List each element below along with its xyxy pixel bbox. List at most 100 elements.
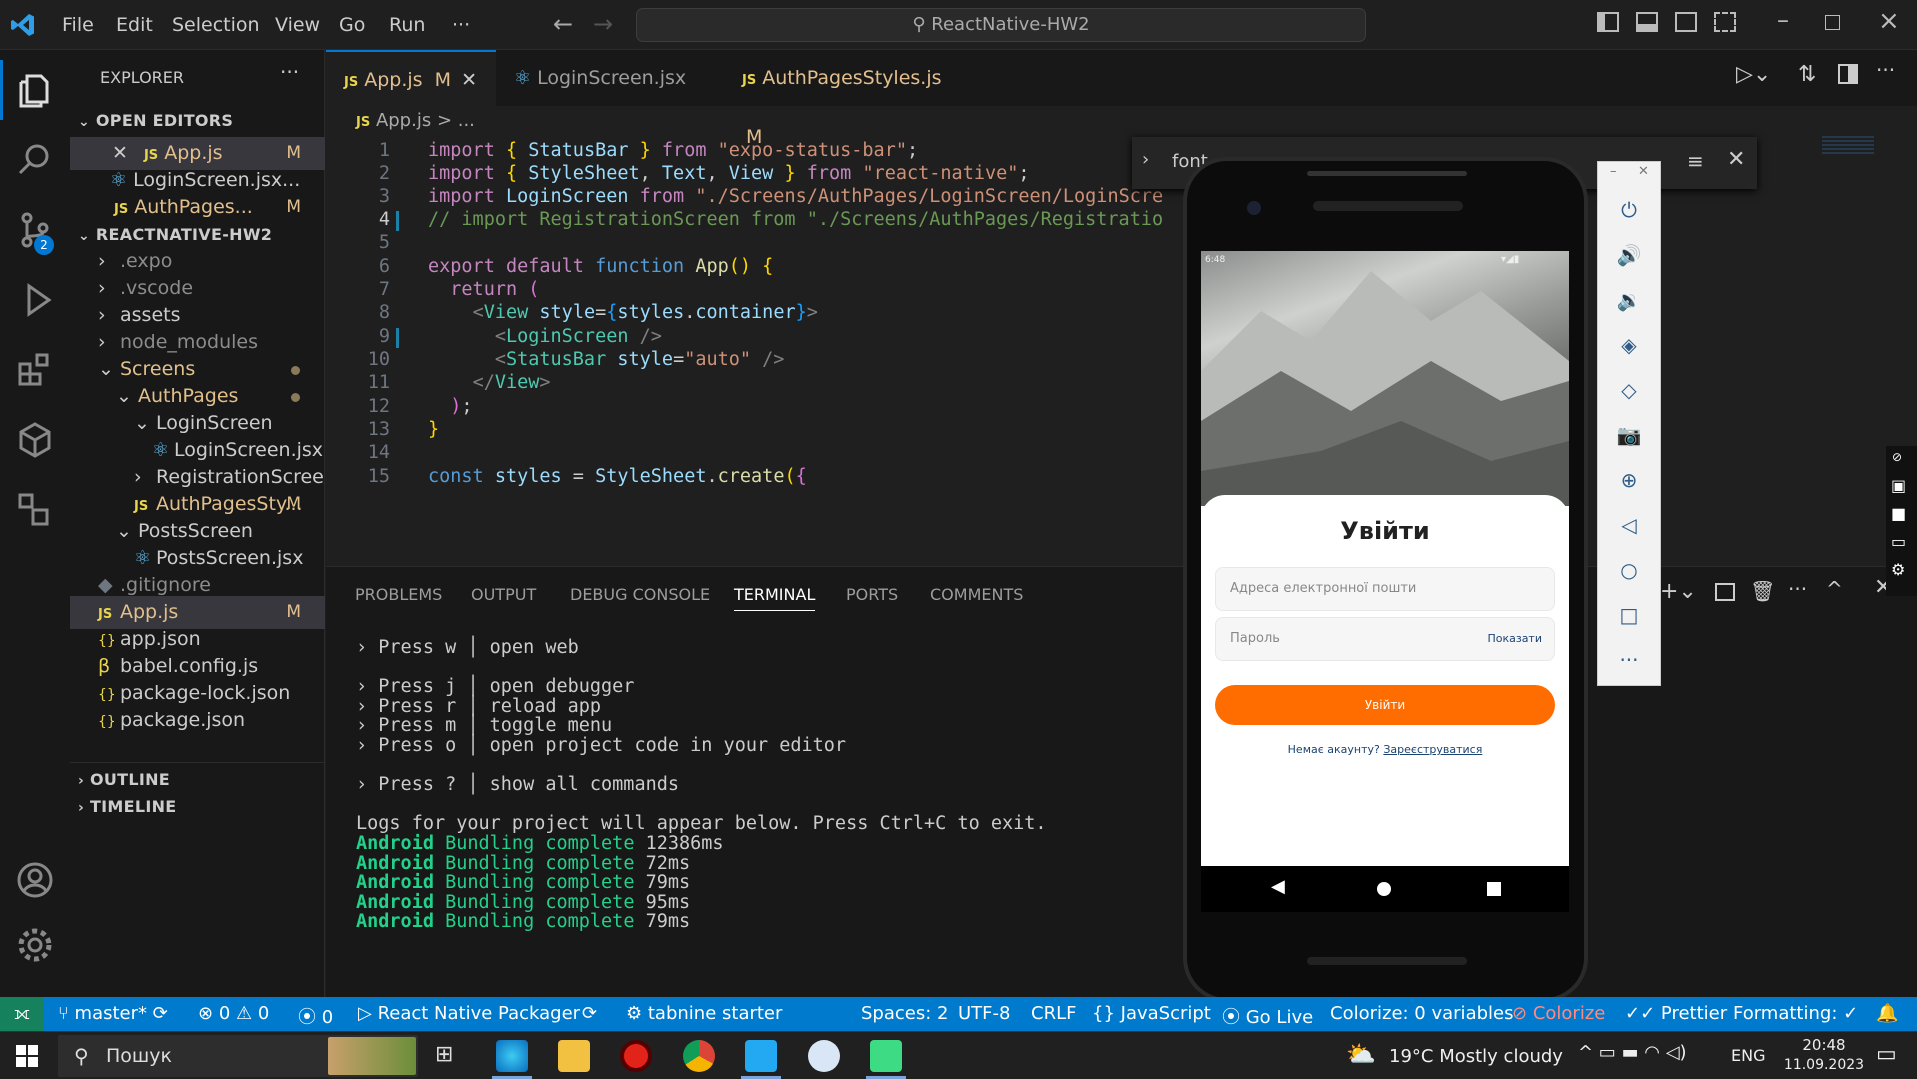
volume-down-icon[interactable]: 🔉 <box>1598 288 1660 312</box>
tab-problems[interactable]: PROBLEMS <box>355 585 442 604</box>
breadcrumb-rest[interactable]: > ... <box>437 110 475 131</box>
power-icon[interactable]: ⏻ <box>1598 198 1660 222</box>
volume-up-icon[interactable]: 🔊 <box>1598 243 1660 267</box>
refresh-icon[interactable]: ⟳ <box>582 1003 597 1024</box>
close-find-icon[interactable]: ✕ <box>1727 147 1745 172</box>
explorer-more-icon[interactable]: ··· <box>280 60 299 84</box>
pin-icon[interactable]: ⊘ <box>1892 450 1902 464</box>
record-icon[interactable]: ■ <box>1891 504 1906 523</box>
toggle-sidebar-icon[interactable] <box>1597 12 1619 32</box>
bell-icon[interactable]: 🔔 <box>1876 1003 1898 1024</box>
minimap[interactable] <box>1822 136 1874 154</box>
testing-icon[interactable] <box>15 490 55 530</box>
encoding[interactable]: UTF-8 <box>958 1003 1010 1024</box>
recorder-icon[interactable] <box>620 1040 652 1072</box>
register-link[interactable]: Зареєструватися <box>1383 743 1482 756</box>
vscode-taskbar-icon[interactable] <box>745 1040 777 1072</box>
rotate-right-icon[interactable]: ◇ <box>1598 378 1660 402</box>
window-icon[interactable]: ▭ <box>1891 532 1906 551</box>
password-field[interactable]: Пароль Показати <box>1215 617 1555 661</box>
more-icon[interactable]: ··· <box>1598 648 1660 672</box>
new-terminal-icon[interactable]: +⌄ <box>1660 579 1697 604</box>
show-password-button[interactable]: Показати <box>1487 618 1542 660</box>
code-editor[interactable]: 1 2 3 4 5 6 7 8 9 10 11 12 13 14 15 import { StatusBar… <box>326 136 1196 566</box>
rn-packager[interactable]: ▷ React Native Packager <box>358 1003 580 1024</box>
chrome-icon[interactable] <box>683 1040 715 1072</box>
tab-output[interactable]: OUTPUT <box>471 585 536 604</box>
menu-run[interactable]: Run <box>389 14 425 36</box>
home-icon[interactable]: ○ <box>1598 558 1660 582</box>
minimize-icon[interactable]: – <box>1777 6 1789 34</box>
menu-file[interactable]: File <box>62 14 94 36</box>
gear-icon[interactable]: ⚙ <box>1891 560 1905 579</box>
problems-indicator[interactable]: ⊗ 0 ⚠ 0 <box>198 1003 269 1024</box>
tab-ports[interactable]: PORTS <box>846 585 898 604</box>
nav-home-icon[interactable] <box>1377 882 1391 896</box>
search-icon[interactable] <box>15 140 55 180</box>
run-icon[interactable]: ▷⌄ <box>1736 62 1771 87</box>
close-icon[interactable]: ✕ <box>461 69 477 91</box>
extensions-icon[interactable] <box>15 350 55 390</box>
camera-icon[interactable]: 📷 <box>1598 423 1660 447</box>
emulator-icon[interactable] <box>870 1040 902 1072</box>
back-arrow-icon[interactable]: ← <box>553 10 573 38</box>
clock-date[interactable]: 11.09.2023 <box>1782 1057 1866 1073</box>
weather-text[interactable]: 19°C Mostly cloudy <box>1389 1046 1563 1067</box>
breadcrumb-file[interactable]: App.js <box>376 110 431 131</box>
rotate-left-icon[interactable]: ◈ <box>1598 333 1660 357</box>
task-view-icon[interactable]: ⊞ <box>435 1042 453 1067</box>
login-button[interactable]: Увійти <box>1215 685 1555 725</box>
tab-authpagesstyles[interactable]: JS AuthPagesStyles.js M <box>724 50 964 148</box>
menu-view[interactable]: View <box>275 14 320 36</box>
weather-icon[interactable]: ⛅ <box>1346 1040 1376 1068</box>
colorize-vars[interactable]: Colorize: 0 variables <box>1330 1003 1513 1024</box>
tab-comments[interactable]: COMMENTS <box>930 585 1023 604</box>
windows-start-icon[interactable] <box>16 1045 38 1067</box>
clock-time[interactable]: 20:48 <box>1788 1036 1860 1054</box>
remote-indicator-icon[interactable]: ⟗ <box>0 997 44 1031</box>
chevron-right-icon[interactable]: › <box>1142 149 1149 170</box>
screenshot-icon[interactable]: ▣ <box>1891 476 1906 495</box>
indentation[interactable]: Spaces: 2 <box>861 1003 948 1024</box>
tab-loginscreen[interactable]: ⚛ LoginScreen.jsx <box>496 50 724 106</box>
email-field[interactable]: Адреса електронної пошти <box>1215 567 1555 611</box>
settings-gear-icon[interactable] <box>15 925 55 965</box>
menu-go[interactable]: Go <box>339 14 365 36</box>
close-window-icon[interactable]: × <box>1878 6 1900 36</box>
tabnine-indicator[interactable]: ⚙ tabnine starter <box>626 1003 782 1024</box>
restore-icon[interactable] <box>1825 15 1840 30</box>
minimize-icon[interactable]: – <box>1610 164 1617 179</box>
tree-item[interactable]: {} package.json <box>70 704 325 737</box>
more-actions-icon[interactable]: ··· <box>1788 577 1807 601</box>
remote-explorer-icon[interactable] <box>15 420 55 460</box>
toggle-panel-icon[interactable] <box>1636 12 1658 32</box>
split-terminal-icon[interactable] <box>1715 583 1735 601</box>
go-live[interactable]: ⦿ Go Live <box>1222 1003 1313 1029</box>
tab-terminal[interactable]: TERMINAL <box>734 585 816 611</box>
menu-edit[interactable]: Edit <box>116 14 153 36</box>
nav-recents-icon[interactable] <box>1487 882 1501 896</box>
menu-more[interactable]: ··· <box>452 14 470 36</box>
compare-icon[interactable]: ⇅ <box>1798 62 1816 87</box>
ports-indicator[interactable]: ⦿ 0 <box>298 1003 333 1029</box>
close-icon[interactable]: ✕ <box>1638 164 1649 179</box>
tray-icons[interactable]: ^ ▭ ▬ ◠ ◁) <box>1578 1042 1687 1063</box>
language-indicator[interactable]: ENG <box>1731 1046 1765 1065</box>
more-actions-icon[interactable]: ··· <box>1876 58 1895 82</box>
language-mode[interactable]: {} JavaScript <box>1092 1003 1211 1024</box>
tab-debug-console[interactable]: DEBUG CONSOLE <box>570 585 710 604</box>
customize-layout-icon[interactable] <box>1714 12 1736 32</box>
back-icon[interactable]: ◁ <box>1598 513 1660 537</box>
notification-icon[interactable]: ▭ <box>1876 1042 1897 1067</box>
zoom-icon[interactable]: ⊕ <box>1598 468 1660 492</box>
forward-arrow-icon[interactable]: → <box>593 10 613 38</box>
branch-indicator[interactable]: ⑂ master* ⟳ <box>58 1003 168 1024</box>
timeline-header[interactable]: › TIMELINE <box>70 790 325 823</box>
account-icon[interactable] <box>15 860 55 900</box>
close-icon[interactable]: ✕ <box>112 142 128 164</box>
prettier[interactable]: ✓✓ Prettier <box>1625 1003 1727 1024</box>
colorize-toggle[interactable]: ⊘ Colorize <box>1512 1003 1605 1024</box>
android-studio-icon[interactable] <box>808 1040 840 1072</box>
toggle-secondary-sidebar-icon[interactable] <box>1675 12 1697 32</box>
eol[interactable]: CRLF <box>1031 1003 1076 1024</box>
